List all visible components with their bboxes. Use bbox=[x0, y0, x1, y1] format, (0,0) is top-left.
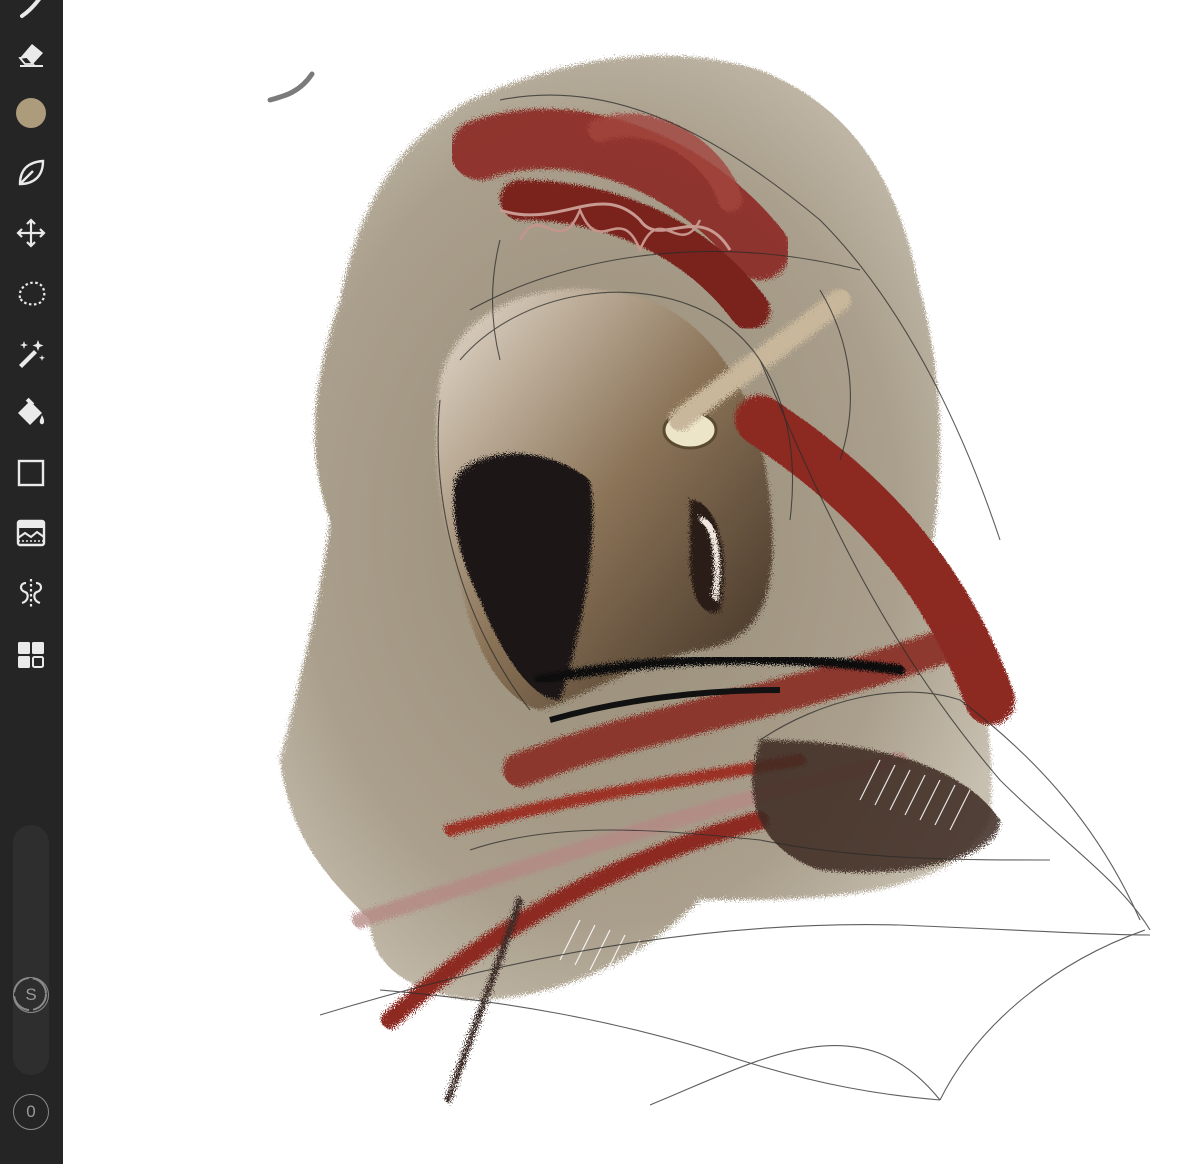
current-color bbox=[16, 98, 46, 128]
magic-wand-icon[interactable] bbox=[8, 330, 54, 376]
grid-icon[interactable] bbox=[8, 632, 54, 678]
lasso-icon[interactable] bbox=[8, 270, 54, 316]
stabilizer-label: S bbox=[25, 985, 37, 1004]
artwork bbox=[267, 55, 1151, 1106]
color-swatch[interactable] bbox=[8, 90, 54, 136]
opacity-label: 0 bbox=[26, 1102, 36, 1121]
stray-mark bbox=[267, 71, 315, 103]
eraser-icon[interactable] bbox=[8, 30, 54, 76]
symmetry-icon[interactable] bbox=[8, 570, 54, 616]
brush-icon[interactable] bbox=[8, 0, 54, 28]
brush-size-slider[interactable] bbox=[13, 825, 49, 1075]
stabilizer-button[interactable]: S bbox=[13, 977, 49, 1013]
opacity-button[interactable]: 0 bbox=[13, 1094, 49, 1130]
drawing-canvas[interactable] bbox=[63, 0, 1200, 1164]
image-icon[interactable] bbox=[8, 510, 54, 556]
square-icon[interactable] bbox=[8, 450, 54, 496]
leaf-smudge-icon[interactable] bbox=[8, 150, 54, 196]
move-arrows-icon[interactable] bbox=[8, 210, 54, 256]
paint-bucket-icon[interactable] bbox=[8, 390, 54, 436]
tool-sidebar: S 0 bbox=[0, 0, 63, 1164]
